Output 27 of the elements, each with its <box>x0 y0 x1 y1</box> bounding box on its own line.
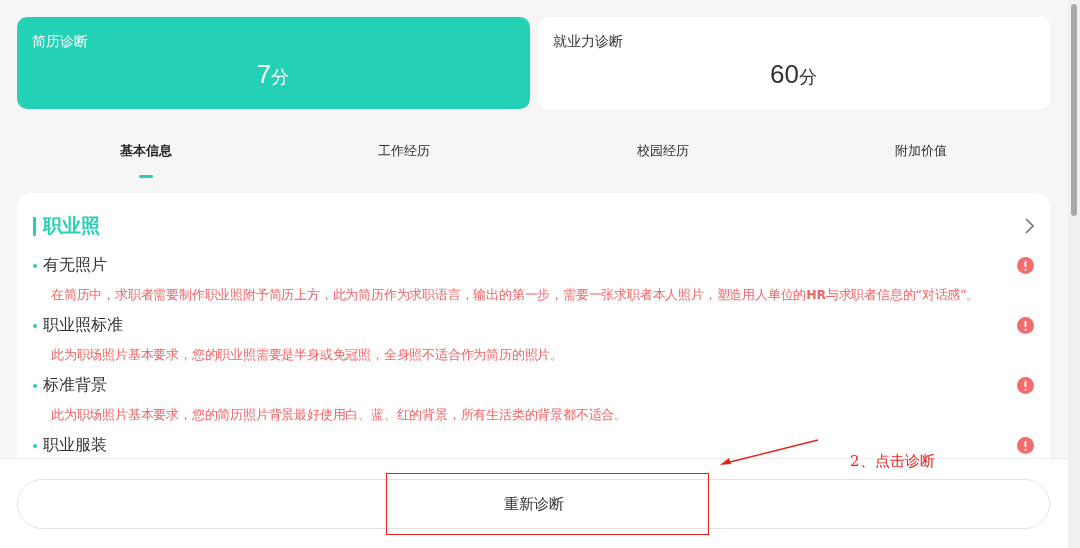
tab-indicator <box>139 175 154 178</box>
bullet-dot <box>33 323 37 328</box>
title-accent <box>33 216 36 236</box>
rediagnose-button[interactable]: 重新诊断 <box>17 479 1050 529</box>
bullet-dot <box>33 263 37 268</box>
item-title: 职业服装 <box>43 435 107 456</box>
bullet-dot <box>33 383 37 388</box>
item-description: 此为职场照片基本要求，您的简历照片背景最好使用白、蓝、红的背景，所有生活类的背景都不适合。 <box>51 407 628 424</box>
tab[interactable]: 基本信息 <box>120 138 173 164</box>
bullet-dot <box>33 443 37 448</box>
card-label: 就业力诊断 <box>553 33 623 51</box>
item-description: 在简历中，求职者需要制作职业照附予简历上方，此为简历作为求职语言，输出的第一步，需要一张求职者本人照片，塑造用人单位的HR与求职者信息的“对话感”。 <box>51 287 981 304</box>
card-label: 简历诊断 <box>32 33 88 51</box>
annotation-text: 2、点击诊断 <box>850 452 935 471</box>
item-title: 标准背景 <box>43 375 107 396</box>
score-value: 7分 <box>256 59 290 90</box>
tab[interactable]: 附加价值 <box>894 138 947 164</box>
item-title: 职业照标准 <box>43 315 123 336</box>
item-description: 此为职场照片基本要求，您的职业照需要是半身或免冠照，全身照不适合作为简历的照片。 <box>51 347 564 364</box>
score-value: 60分 <box>770 59 817 90</box>
chevron-right-icon[interactable] <box>1024 218 1034 234</box>
score-card[interactable]: 就业力诊断 60分 <box>538 17 1050 109</box>
scrollbar[interactable] <box>1068 0 1080 548</box>
section-title: 职业照 <box>43 213 100 238</box>
tab[interactable]: 校园经历 <box>636 138 689 164</box>
item-title: 有无照片 <box>43 255 107 276</box>
tab[interactable]: 工作经历 <box>378 138 431 164</box>
